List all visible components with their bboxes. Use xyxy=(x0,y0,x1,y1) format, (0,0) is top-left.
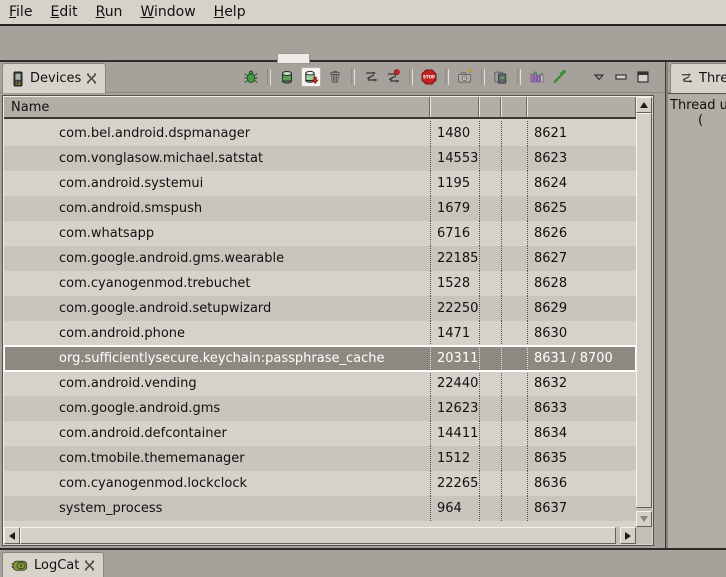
close-icon[interactable] xyxy=(86,73,97,84)
dump-hprof-icon[interactable] xyxy=(301,67,321,87)
tab-logcat[interactable]: LogCat xyxy=(2,552,104,577)
threads-message-line1: Thread up xyxy=(670,98,726,113)
scrollbar-corner xyxy=(636,527,652,544)
column-header-heap[interactable] xyxy=(479,97,501,117)
sash-handle[interactable] xyxy=(277,53,310,64)
table-row[interactable]: com.android.smspush16798625 xyxy=(4,196,636,221)
threads-panel: Threads Thread up ( xyxy=(668,62,726,548)
column-header-name[interactable]: Name xyxy=(4,97,430,117)
devices-table: Name com.bel.android.dspmanager14808621 … xyxy=(2,95,654,546)
table-row-selected[interactable]: org.sufficientlysecure.keychain:passphra… xyxy=(4,346,636,371)
table-row[interactable]: system_process9648637 xyxy=(4,496,636,521)
stop-thread-updates-icon[interactable] xyxy=(385,69,401,85)
horizontal-scroll-thumb[interactable] xyxy=(20,527,616,544)
main-toolbar-empty xyxy=(0,28,726,62)
toolbar-separator xyxy=(481,69,485,85)
threads-message-line2: ( xyxy=(670,113,726,128)
table-row[interactable]: com.google.android.setupwizard222508629 xyxy=(4,296,636,321)
table-header: Name xyxy=(4,97,636,119)
debug-attach-icon[interactable] xyxy=(243,69,259,85)
table-row[interactable]: com.google.android.gms.wearable221858627 xyxy=(4,246,636,271)
table-row[interactable]: com.whatsapp67168626 xyxy=(4,221,636,246)
table-body: com.bel.android.dspmanager14808621 com.v… xyxy=(4,121,636,527)
bottom-bar: LogCat xyxy=(0,548,726,577)
scroll-right-button[interactable] xyxy=(620,527,636,544)
maximize-icon[interactable] xyxy=(635,69,651,85)
logcat-icon xyxy=(11,558,29,573)
threads-content: Thread up ( xyxy=(668,93,726,548)
main-area: Devices xyxy=(0,62,726,548)
table-row[interactable]: com.tmobile.thememanager15128635 xyxy=(4,446,636,471)
toolbar-separator xyxy=(409,69,413,85)
view-menu-chevron-icon[interactable] xyxy=(591,69,607,85)
devices-tabbar: Devices xyxy=(0,62,665,93)
ddms-window: File Edit Run Window Help Devices xyxy=(0,0,726,577)
toolbar-separator xyxy=(267,69,271,85)
stop-process-icon[interactable]: STOP xyxy=(421,69,437,85)
method-profiling-icon[interactable] xyxy=(529,69,545,85)
horizontal-scrollbar[interactable] xyxy=(4,527,636,544)
menu-run[interactable]: Run xyxy=(87,2,132,22)
table-row[interactable]: com.android.defcontainer144118634 xyxy=(4,421,636,446)
table-row[interactable]: com.cyanogenmod.trebuchet15288628 xyxy=(4,271,636,296)
table-row[interactable]: com.bel.android.dspmanager14808621 xyxy=(4,121,636,146)
menu-file[interactable]: File xyxy=(0,2,41,22)
threads-tabbar: Threads xyxy=(668,62,726,93)
menu-bar: File Edit Run Window Help xyxy=(0,0,726,26)
update-heap-icon[interactable] xyxy=(279,69,295,85)
tab-logcat-label: LogCat xyxy=(34,558,79,573)
scroll-down-button[interactable] xyxy=(636,511,652,527)
toolbar-separator xyxy=(351,69,355,85)
table-row[interactable]: com.google.android.gms126238633 xyxy=(4,396,636,421)
toolbar-separator xyxy=(445,69,449,85)
minimize-icon[interactable] xyxy=(613,69,629,85)
table-row[interactable]: com.android.phone14718630 xyxy=(4,321,636,346)
menu-edit[interactable]: Edit xyxy=(41,2,86,22)
multi-device-capture-icon[interactable] xyxy=(493,69,509,85)
table-row[interactable]: com.android.vending224408632 xyxy=(4,371,636,396)
table-row[interactable]: com.cyanogenmod.lockclock222658636 xyxy=(4,471,636,496)
tab-devices-label: Devices xyxy=(30,71,81,86)
threads-icon xyxy=(679,71,694,86)
update-threads-icon[interactable] xyxy=(363,69,379,85)
tab-devices[interactable]: Devices xyxy=(2,63,106,93)
menu-help[interactable]: Help xyxy=(205,2,255,22)
vertical-scroll-thumb[interactable] xyxy=(636,113,652,508)
column-header-port[interactable] xyxy=(527,97,636,117)
screen-capture-icon[interactable] xyxy=(457,69,473,85)
devices-toolbar: STOP xyxy=(243,66,651,88)
toolbar-separator xyxy=(517,69,521,85)
start-method-profiling-icon[interactable] xyxy=(551,69,567,85)
close-icon[interactable] xyxy=(84,560,95,571)
cause-gc-icon[interactable] xyxy=(327,69,343,85)
column-header-threads[interactable] xyxy=(501,97,527,117)
table-row[interactable]: com.vonglasow.michael.satstat145538623 xyxy=(4,146,636,171)
svg-text:STOP: STOP xyxy=(423,75,435,80)
phone-icon xyxy=(11,71,25,87)
column-header-pid[interactable] xyxy=(430,97,479,117)
scroll-up-button[interactable] xyxy=(636,97,652,113)
tab-threads-label: Threads xyxy=(699,71,726,86)
devices-panel: Devices xyxy=(0,62,665,548)
tab-threads[interactable]: Threads xyxy=(670,63,726,93)
scroll-left-button[interactable] xyxy=(4,527,20,544)
vertical-scrollbar[interactable] xyxy=(636,97,652,527)
table-row[interactable]: com.android.systemui11958624 xyxy=(4,171,636,196)
menu-window[interactable]: Window xyxy=(131,2,204,22)
